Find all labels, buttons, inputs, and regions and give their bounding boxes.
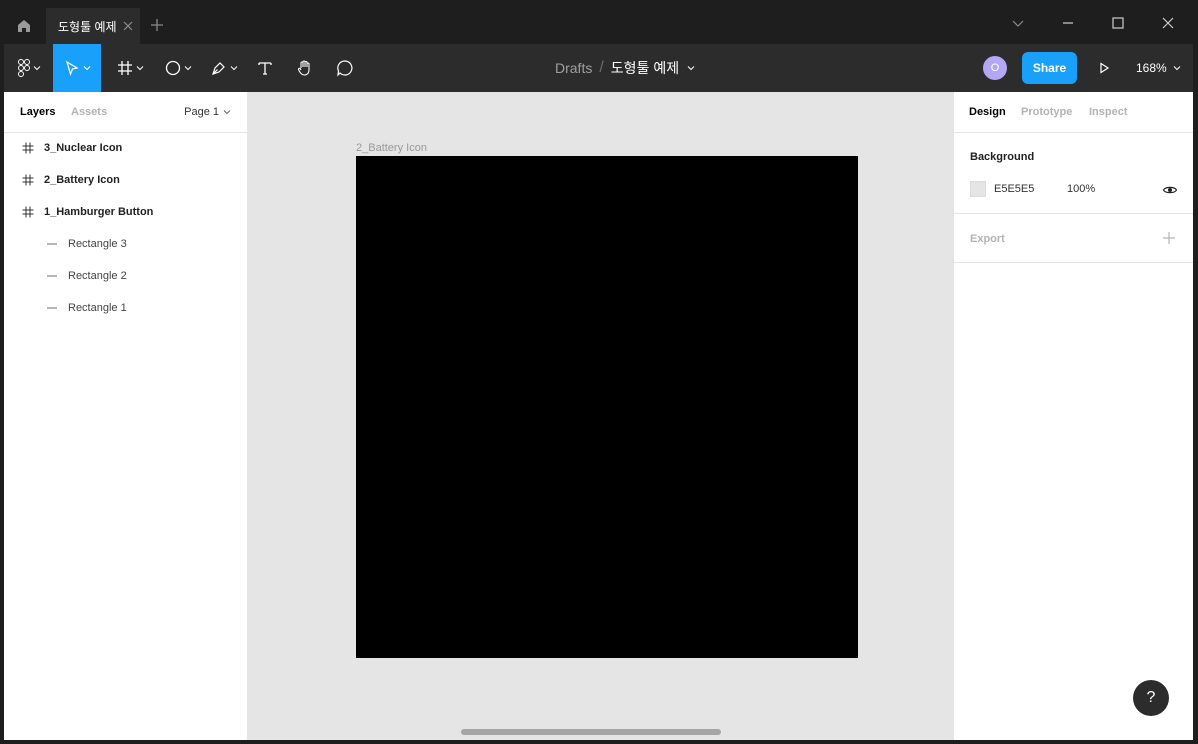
layer-item[interactable]: Rectangle 3 (4, 228, 247, 260)
frame-hash-icon (20, 204, 36, 220)
help-button[interactable]: ? (1133, 680, 1169, 716)
avatar[interactable]: O (983, 56, 1007, 80)
layer-name: 3_Nuclear Icon (44, 142, 123, 154)
maximize-icon[interactable] (1109, 14, 1127, 32)
background-title: Background (970, 151, 1035, 163)
breadcrumb-drafts[interactable]: Drafts (555, 60, 592, 76)
share-button[interactable]: Share (1022, 52, 1077, 84)
frame-hash-icon (117, 61, 132, 75)
layer-name: 1_Hamburger Button (44, 206, 154, 218)
layer-item[interactable]: 3_Nuclear Icon (4, 132, 247, 164)
background-section: Background E5E5E5 100% (954, 133, 1193, 214)
text-t-icon (258, 62, 272, 75)
export-section: Export (954, 214, 1193, 263)
tab-layers[interactable]: Layers (20, 106, 55, 118)
file-name[interactable]: 도형툴 예제 (611, 58, 679, 78)
text-tool[interactable] (250, 44, 280, 92)
chevron-down-icon (223, 110, 231, 115)
tab-inspect[interactable]: Inspect (1089, 106, 1128, 118)
layer-name: Rectangle 2 (68, 270, 127, 282)
main-menu-button[interactable] (12, 44, 46, 92)
left-panel-tabs: Layers Assets Page 1 (4, 92, 247, 133)
close-window-icon[interactable] (1159, 14, 1177, 32)
tab-assets[interactable]: Assets (71, 106, 107, 118)
breadcrumb: Drafts / 도형툴 예제 (555, 58, 695, 78)
zoom-dropdown[interactable]: 168% (1136, 58, 1181, 78)
chevron-down-icon (230, 66, 237, 71)
page-selector[interactable]: Page 1 (184, 106, 231, 118)
zoom-level: 168% (1136, 61, 1167, 75)
background-color-swatch[interactable] (970, 181, 986, 197)
line-icon (44, 236, 60, 252)
chevron-down-icon (184, 66, 191, 71)
cursor-arrow-icon (65, 60, 79, 76)
toolbar: Drafts / 도형툴 예제 O Share 168% (4, 44, 1193, 92)
canvas[interactable]: 2_Battery Icon (248, 92, 953, 740)
tab-prototype[interactable]: Prototype (1021, 106, 1072, 118)
layer-item[interactable]: 1_Hamburger Button (4, 196, 247, 228)
layer-item[interactable]: 2_Battery Icon (4, 164, 247, 196)
frame-hash-icon (20, 172, 36, 188)
background-opacity-field[interactable]: 100% (1067, 183, 1095, 195)
frame-label[interactable]: 2_Battery Icon (356, 142, 427, 154)
right-panel-tabs: Design Prototype Inspect (954, 92, 1193, 133)
line-icon (44, 300, 60, 316)
export-title: Export (970, 233, 1005, 245)
home-icon (18, 20, 30, 32)
new-tab-icon[interactable] (148, 16, 166, 34)
chevron-down-icon[interactable] (1009, 14, 1027, 32)
comment-bubble-icon (337, 60, 353, 77)
layer-item[interactable]: Rectangle 2 (4, 260, 247, 292)
comment-tool[interactable] (330, 44, 360, 92)
tab-design[interactable]: Design (969, 106, 1006, 118)
figma-logo-icon (17, 59, 30, 77)
file-tab[interactable]: 도형툴 예제 (46, 8, 140, 44)
add-export-icon[interactable] (1162, 231, 1176, 245)
title-bar: 도형툴 예제 (0, 0, 1198, 44)
shape-tool[interactable] (158, 44, 198, 92)
breadcrumb-separator: / (599, 59, 604, 76)
chevron-down-icon (33, 66, 40, 71)
chevron-down-icon (83, 66, 90, 71)
layer-name: Rectangle 3 (68, 238, 127, 250)
frame-hash-icon (20, 140, 36, 156)
move-tool[interactable] (53, 44, 101, 92)
layer-name: Rectangle 1 (68, 302, 127, 314)
chevron-down-icon (1173, 66, 1181, 71)
minimize-icon[interactable] (1059, 14, 1077, 32)
ellipse-icon (165, 60, 180, 76)
layer-item[interactable]: Rectangle 1 (4, 292, 247, 324)
background-hex-field[interactable]: E5E5E5 (994, 183, 1034, 195)
page-selector-label: Page 1 (184, 106, 219, 118)
layers-panel: Layers Assets Page 1 3_Nuclear Icon 2_Ba… (4, 92, 248, 740)
battery-icon-frame[interactable] (356, 156, 858, 658)
play-icon (1100, 62, 1110, 74)
line-icon (44, 268, 60, 284)
present-button[interactable] (1092, 56, 1116, 80)
home-button[interactable] (4, 8, 44, 44)
close-tab-icon[interactable] (122, 20, 134, 32)
frame-tool[interactable] (110, 44, 150, 92)
pen-tool[interactable] (204, 44, 244, 92)
eye-icon[interactable] (1162, 182, 1178, 198)
horizontal-scrollbar[interactable] (461, 729, 721, 735)
layer-name: 2_Battery Icon (44, 174, 120, 186)
hand-icon (297, 60, 310, 76)
hand-tool[interactable] (290, 44, 320, 92)
file-tab-label: 도형툴 예제 (58, 19, 117, 34)
chevron-down-icon (136, 66, 143, 71)
pen-icon (211, 62, 225, 75)
properties-panel: Design Prototype Inspect Background E5E5… (953, 92, 1193, 740)
chevron-down-icon[interactable] (687, 64, 695, 72)
